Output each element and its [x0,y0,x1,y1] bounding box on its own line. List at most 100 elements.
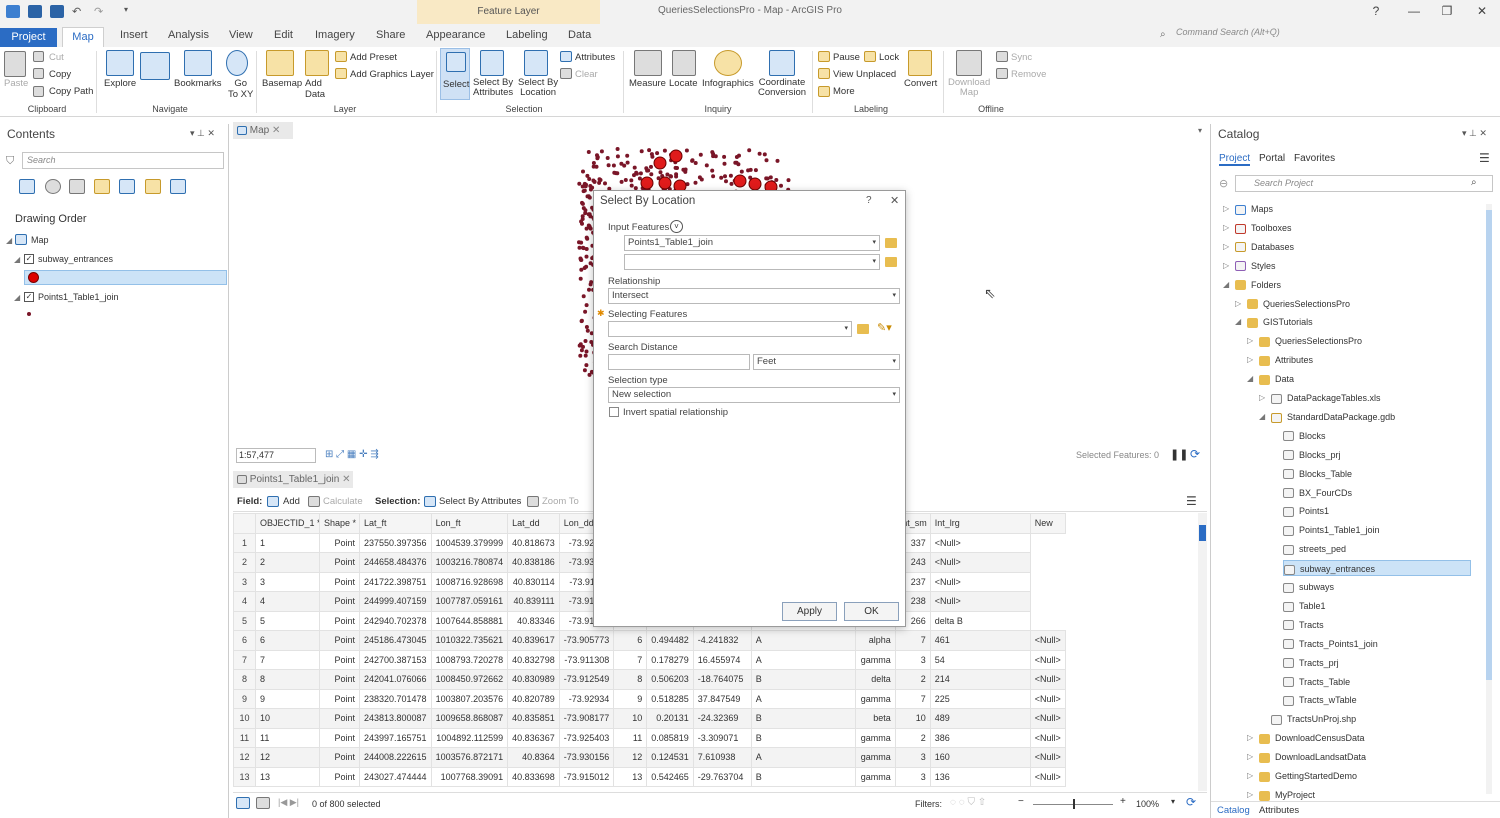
catalog-item[interactable]: DataPackageTables.xls [1271,390,1381,406]
add-data-icon[interactable] [305,50,329,76]
explore-icon[interactable] [106,50,134,76]
row-number-cell[interactable]: 1 [233,532,256,553]
catalog-item[interactable]: BX_FourCDs [1283,485,1352,501]
add-field-icon[interactable] [267,496,279,507]
table-nav-icons[interactable]: |◀ ▶| [278,797,299,808]
goto-xy-icon[interactable] [226,50,248,76]
table-cell[interactable]: B [750,766,856,787]
table-cell[interactable]: 5 [255,610,320,631]
list-by-snapping-icon[interactable] [119,179,135,194]
minimize-button[interactable]: — [1404,4,1424,18]
table-cell[interactable]: 9 [255,688,320,709]
bottom-tab-attributes[interactable]: Attributes [1259,805,1299,816]
table-cell[interactable]: 243813.800087 [359,708,432,729]
tab-share[interactable]: Share [376,29,405,41]
table-cell[interactable]: 244008.222615 [359,747,432,768]
row-number-cell[interactable]: 10 [233,708,256,729]
table-row[interactable]: 12 12 Point 244008.222615 1003576.872171 40.8… [233,747,1066,768]
add-preset-button[interactable]: Add Preset [350,52,397,63]
table-cell[interactable]: Point [319,630,360,651]
select-by-attributes-icon[interactable] [480,50,504,76]
table-cell[interactable]: 242041.076066 [359,669,432,690]
table-cell[interactable]: -73.912549 [558,669,615,690]
select-button[interactable]: Select [440,48,470,100]
expand-arrow-icon[interactable]: ▷ [1247,771,1253,780]
layer-visibility-checkbox[interactable]: ✓ [24,292,34,302]
table-cell[interactable]: 54 [929,649,1031,670]
table-cell[interactable]: B [750,669,856,690]
expand-layer-icon[interactable]: ◢ [14,255,20,264]
table-cell[interactable]: 243997.165751 [359,727,432,748]
apply-button[interactable]: Apply [782,602,837,621]
back-icon[interactable]: ⊖ [1219,177,1228,190]
table-cell[interactable]: B [750,708,856,729]
refresh-table-icon[interactable]: ⟳ [1186,795,1196,809]
select-by-location-button[interactable]: Select By Location [518,78,558,98]
infographics-icon[interactable] [714,50,742,76]
zoom-tools-icon[interactable] [140,52,170,80]
lock-labels-button[interactable]: Lock [879,52,899,63]
table-cell[interactable]: 1008450.972662 [430,669,509,690]
table-cell[interactable]: 3 [894,747,931,768]
measure-button[interactable]: Measure [629,78,666,89]
catalog-item[interactable]: Tracts [1283,617,1324,633]
column-header[interactable]: New [1029,513,1066,534]
basemap-icon[interactable] [266,50,294,76]
row-number-cell[interactable]: 12 [233,747,256,768]
catalog-item[interactable]: DownloadCensusData [1259,730,1365,746]
table-cell[interactable]: 3 [894,649,931,670]
list-by-perspective-icon[interactable] [170,179,186,194]
catalog-item[interactable]: Blocks_Table [1283,466,1352,482]
table-cell[interactable]: gamma [854,766,896,787]
table-row[interactable]: 8 8 Point 242041.076066 1008450.972662 40.830… [233,669,1066,690]
tab-labeling[interactable]: Labeling [506,29,548,41]
catalog-pane-options-icon[interactable]: ▾ ⊥ ✕ [1462,128,1487,139]
table-cell[interactable]: 238320.701478 [359,688,432,709]
locate-icon[interactable] [672,50,696,76]
remove-icon[interactable] [996,68,1008,79]
attributes-icon[interactable] [560,51,572,62]
table-cell[interactable]: alpha [854,630,896,651]
selection-type-select[interactable]: New selection ▾ [608,387,900,403]
calculate-button[interactable]: Calculate [323,496,363,507]
search-distance-input[interactable] [608,354,750,370]
zoom-in-icon[interactable]: + [1120,796,1126,807]
table-cell[interactable]: gamma [854,747,896,768]
copy-path-button[interactable]: Copy Path [49,86,93,97]
pause-labeling-icon[interactable] [818,51,830,62]
tab-analysis[interactable]: Analysis [168,29,209,41]
table-cell[interactable]: 40.836367 [507,727,560,748]
table-cell[interactable]: Point [319,552,360,573]
row-number-header[interactable] [233,513,256,534]
table-cell[interactable]: 1010322.735621 [430,630,509,651]
table-cell[interactable]: 2 [894,727,931,748]
tab-map[interactable]: Map [62,27,104,47]
table-cell[interactable]: 243027.474444 [359,766,432,787]
table-cell[interactable]: <Null> [1029,649,1066,670]
layer-subway-entrances[interactable]: subway_entrances [38,254,113,264]
bottom-tab-catalog[interactable]: Catalog [1217,805,1250,816]
table-cell[interactable]: 1003216.780874 [430,552,509,573]
list-by-source-icon[interactable] [45,179,61,194]
table-row[interactable]: 13 13 Point 243027.474444 1007768.39091 40.83… [233,766,1066,787]
table-cell[interactable]: 160 [929,747,1031,768]
table-cell[interactable]: 6 [255,630,320,651]
table-cell[interactable]: -73.930156 [558,747,615,768]
column-header[interactable]: Lat_ft [359,513,432,534]
expand-arrow-icon[interactable]: ▷ [1247,752,1253,761]
map-node[interactable]: Map [31,235,49,245]
table-vertical-scrollbar[interactable] [1198,513,1207,791]
table-cell[interactable]: -4.241832 [692,630,752,651]
table-cell[interactable]: Point [319,532,360,553]
table-cell[interactable]: <Null> [1029,669,1066,690]
table-cell[interactable]: 40.833698 [507,766,560,787]
relationship-select[interactable]: Intersect ▾ [608,288,900,304]
list-by-drawing-order-icon[interactable] [19,179,35,194]
pane-options-icon[interactable]: ▾ ⊥ ✕ [190,128,215,139]
table-cell[interactable]: 10 [894,708,931,729]
table-cell[interactable]: 1 [255,532,320,553]
table-cell[interactable]: 0.085819 [646,727,694,748]
table-cell[interactable]: <Null> [1029,766,1066,787]
tab-project[interactable]: Project [0,28,57,47]
row-number-cell[interactable]: 2 [233,552,256,573]
